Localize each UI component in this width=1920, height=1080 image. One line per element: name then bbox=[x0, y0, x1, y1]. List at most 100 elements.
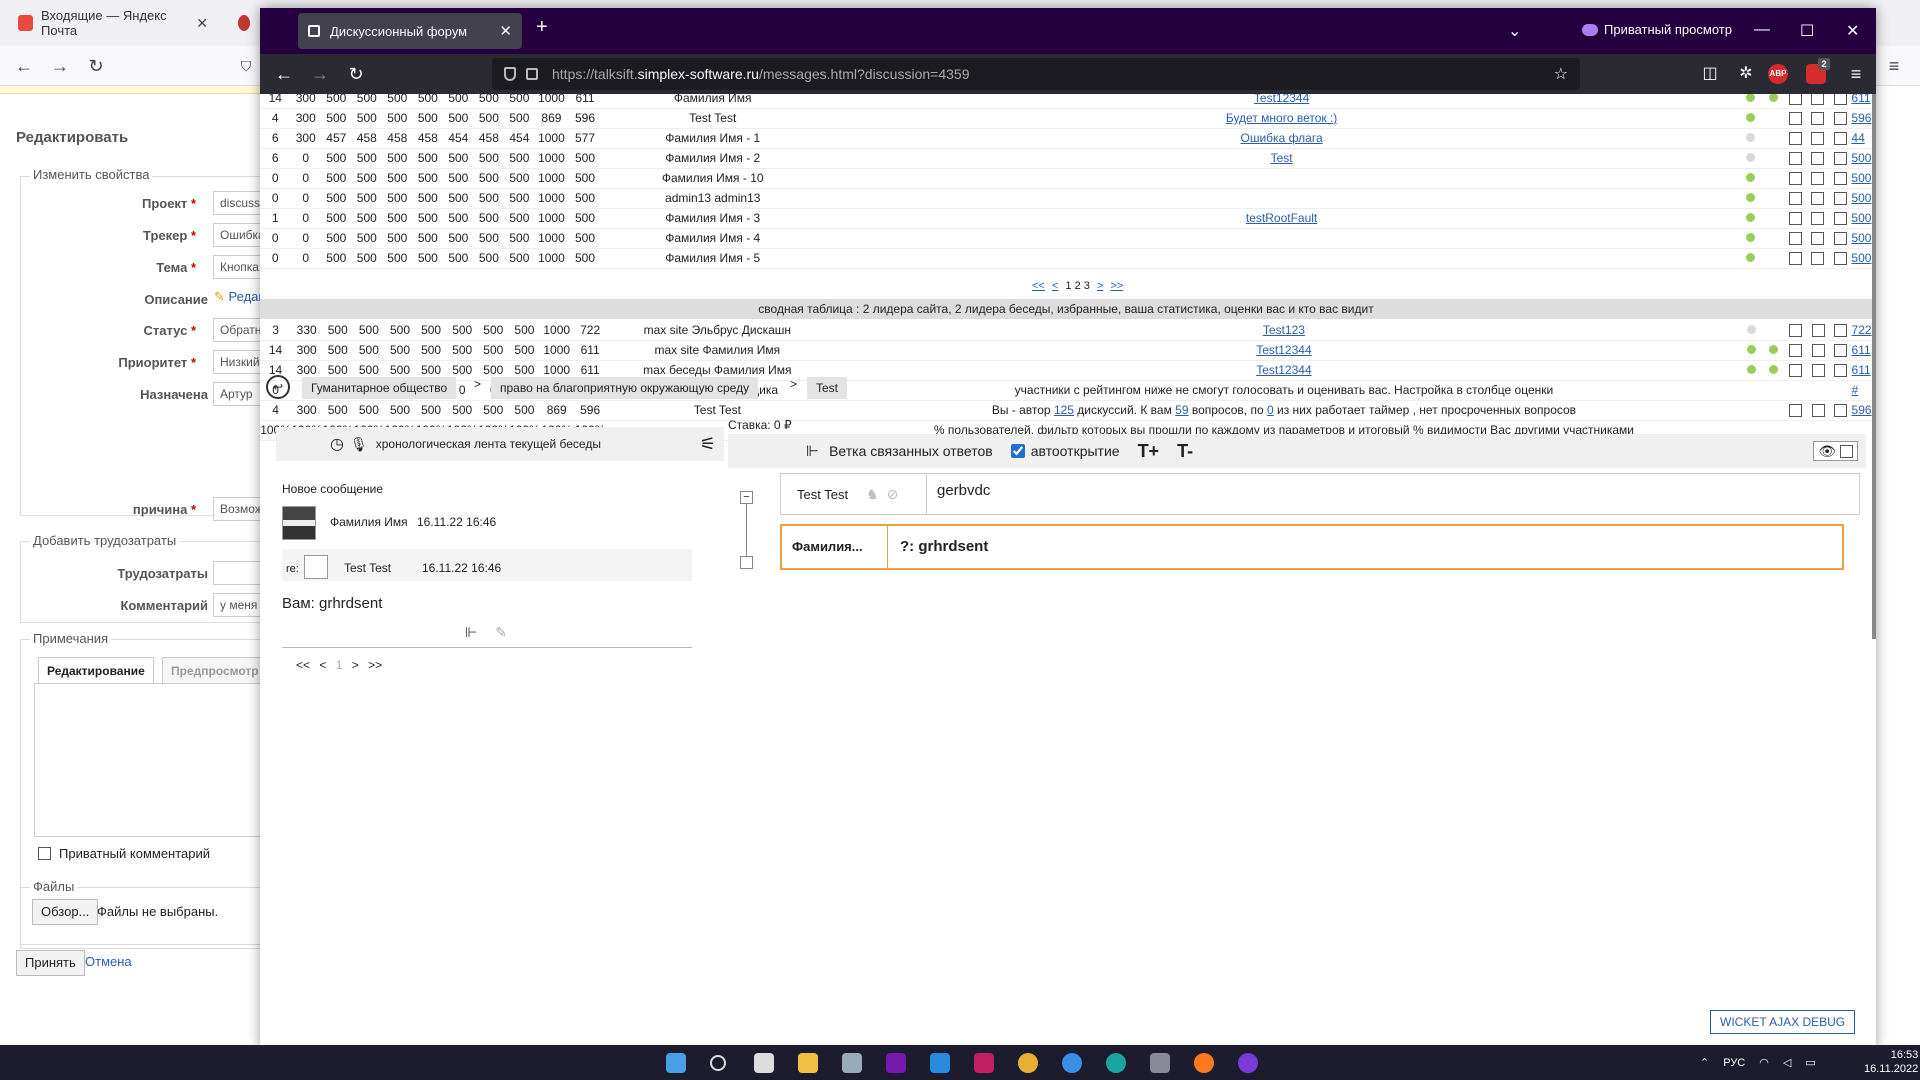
jetbrains-icon[interactable] bbox=[974, 1053, 994, 1073]
row-checkbox[interactable] bbox=[1811, 212, 1825, 226]
breadcrumb-item-1[interactable]: Гуманитарное общество bbox=[302, 377, 457, 399]
row-checkbox[interactable] bbox=[1811, 252, 1825, 266]
tab-edit[interactable]: Редактирование bbox=[38, 657, 154, 684]
language-indicator[interactable]: РУС bbox=[1723, 1057, 1745, 1069]
row-checkbox[interactable] bbox=[1833, 232, 1847, 246]
row-checkbox[interactable] bbox=[1833, 192, 1847, 206]
rating-link[interactable]: 611 bbox=[1852, 363, 1871, 377]
clock[interactable]: 16:53 16.11.2022 bbox=[1864, 1048, 1918, 1076]
row-checkbox[interactable] bbox=[1788, 152, 1802, 166]
row-checkbox[interactable] bbox=[1833, 344, 1847, 358]
tree-leaf-box[interactable] bbox=[740, 556, 753, 569]
pager-last[interactable]: >> bbox=[368, 658, 382, 672]
discussion-link[interactable]: Test123 bbox=[1263, 323, 1305, 337]
pager-first[interactable]: << bbox=[296, 658, 310, 672]
row-checkbox[interactable] bbox=[1833, 132, 1847, 146]
tracking-shield-icon[interactable] bbox=[504, 67, 516, 81]
pager-next[interactable]: > bbox=[352, 658, 359, 672]
pager-first[interactable]: << bbox=[1032, 280, 1045, 292]
adblock-icon[interactable]: ABP bbox=[1768, 64, 1788, 84]
row-checkbox[interactable] bbox=[1788, 94, 1802, 105]
edit-note-icon[interactable]: ✎ bbox=[495, 624, 507, 640]
row-checkbox[interactable] bbox=[1789, 404, 1803, 418]
search-icon[interactable] bbox=[710, 1055, 726, 1071]
font-decrease-button[interactable]: T- bbox=[1177, 441, 1193, 462]
browse-button[interactable]: Обзор... bbox=[32, 899, 99, 925]
row-checkbox[interactable] bbox=[1811, 94, 1825, 105]
pager-next[interactable]: > bbox=[1097, 280, 1103, 292]
row-checkbox[interactable] bbox=[1788, 172, 1802, 186]
row-checkbox[interactable] bbox=[1833, 172, 1847, 186]
eye-slash-icon[interactable]: ⊘ bbox=[887, 486, 899, 503]
font-increase-button[interactable]: T+ bbox=[1138, 441, 1160, 462]
branch-message-author[interactable]: Test Test ♞ ⊘ bbox=[781, 474, 927, 514]
tab-preview[interactable]: Предпросмотр bbox=[162, 657, 268, 684]
row-checkbox[interactable] bbox=[1811, 152, 1825, 166]
rating-link[interactable]: 500 bbox=[1851, 251, 1871, 265]
forward-arrow-icon[interactable]: → bbox=[308, 62, 332, 86]
rating-link[interactable]: 596 bbox=[1851, 111, 1871, 125]
pager-pages[interactable]: 1 2 3 bbox=[1065, 280, 1089, 292]
row-checkbox[interactable] bbox=[1788, 112, 1802, 126]
pager-last[interactable]: >> bbox=[1110, 280, 1123, 292]
volume-icon[interactable]: ◁ bbox=[1783, 1056, 1791, 1069]
tree-branch-icon[interactable]: ⊩ bbox=[806, 442, 819, 460]
rating-link[interactable]: 500 bbox=[1851, 151, 1871, 165]
page-scrollbar[interactable] bbox=[1872, 94, 1876, 639]
rating-link[interactable]: 500 bbox=[1851, 171, 1871, 185]
row-checkbox[interactable] bbox=[1833, 364, 1847, 378]
url-bar[interactable]: https://talksift. simplex-software.ru /m… bbox=[492, 58, 1580, 90]
close-icon[interactable]: ✕ bbox=[196, 15, 208, 32]
close-window-icon[interactable]: ✕ bbox=[1846, 21, 1859, 41]
rating-link[interactable]: 500 bbox=[1851, 231, 1871, 245]
firefox-icon[interactable] bbox=[1194, 1053, 1214, 1073]
bg-tab-yandex-mail[interactable]: Входящие — Яндекс Почта ✕ bbox=[8, 6, 218, 40]
row-checkbox[interactable] bbox=[1788, 212, 1802, 226]
visibility-checkbox[interactable] bbox=[1840, 444, 1853, 458]
row-checkbox[interactable] bbox=[1789, 323, 1803, 337]
notes-textarea[interactable] bbox=[34, 683, 264, 837]
breadcrumb-item-3[interactable]: Test bbox=[807, 377, 848, 399]
extension-gear-icon[interactable]: ✲ bbox=[1734, 62, 1758, 86]
back-circle-button[interactable]: ↩ bbox=[266, 375, 290, 399]
chrome-icon[interactable] bbox=[1018, 1053, 1038, 1073]
rating-link[interactable]: 596 bbox=[1852, 403, 1872, 417]
pocket-icon[interactable]: ◫ bbox=[1698, 62, 1722, 86]
branch-reply-author[interactable]: Фамилия... bbox=[782, 526, 888, 568]
reply-author[interactable]: Test Test bbox=[344, 561, 391, 575]
row-checkbox[interactable] bbox=[1788, 252, 1802, 266]
onenote-icon[interactable] bbox=[886, 1053, 906, 1073]
row-checkbox[interactable] bbox=[1811, 132, 1825, 146]
stat-link[interactable]: 0 bbox=[1267, 403, 1274, 417]
pager-prev[interactable]: < bbox=[1052, 280, 1058, 292]
row-checkbox[interactable] bbox=[1811, 323, 1825, 337]
row-checkbox[interactable] bbox=[1788, 232, 1802, 246]
row-checkbox[interactable] bbox=[1833, 152, 1847, 166]
branch-message-reply[interactable]: Фамилия... ?: grhrdsent bbox=[780, 524, 1844, 570]
reload-icon[interactable]: ↻ bbox=[344, 62, 368, 86]
firefox-private-icon[interactable] bbox=[1238, 1053, 1258, 1073]
back-arrow-icon[interactable]: ← bbox=[12, 54, 36, 78]
row-checkbox[interactable] bbox=[1833, 252, 1847, 266]
row-checkbox[interactable] bbox=[1811, 172, 1825, 186]
stat-link[interactable]: 59 bbox=[1175, 403, 1188, 417]
edge-icon[interactable] bbox=[1106, 1053, 1126, 1073]
branch-message-root[interactable]: Test Test ♞ ⊘ gerbvdc bbox=[780, 473, 1860, 515]
discussion-link[interactable]: Test12344 bbox=[1256, 363, 1311, 377]
avatar[interactable] bbox=[282, 506, 316, 540]
clock-icon[interactable]: ◷ bbox=[330, 434, 344, 454]
discussion-link[interactable]: Test bbox=[1271, 151, 1293, 165]
discussion-link[interactable]: testRootFault bbox=[1246, 211, 1317, 225]
minimize-icon[interactable]: — bbox=[1754, 21, 1770, 39]
lock-icon[interactable] bbox=[526, 68, 538, 80]
start-windows-icon[interactable] bbox=[666, 1053, 686, 1073]
submit-button[interactable]: Принять bbox=[16, 950, 85, 976]
file-explorer-icon[interactable] bbox=[798, 1053, 818, 1073]
dog-icon[interactable]: ♞ bbox=[866, 486, 879, 503]
back-arrow-icon[interactable]: ← bbox=[272, 62, 296, 86]
reply-avatar-placeholder[interactable] bbox=[304, 555, 328, 579]
bookmark-star-icon[interactable]: ☆ bbox=[1554, 64, 1568, 84]
close-icon[interactable]: ✕ bbox=[499, 22, 512, 40]
calculator-icon[interactable] bbox=[842, 1053, 862, 1073]
wifi-icon[interactable]: ◠ bbox=[1759, 1056, 1769, 1069]
